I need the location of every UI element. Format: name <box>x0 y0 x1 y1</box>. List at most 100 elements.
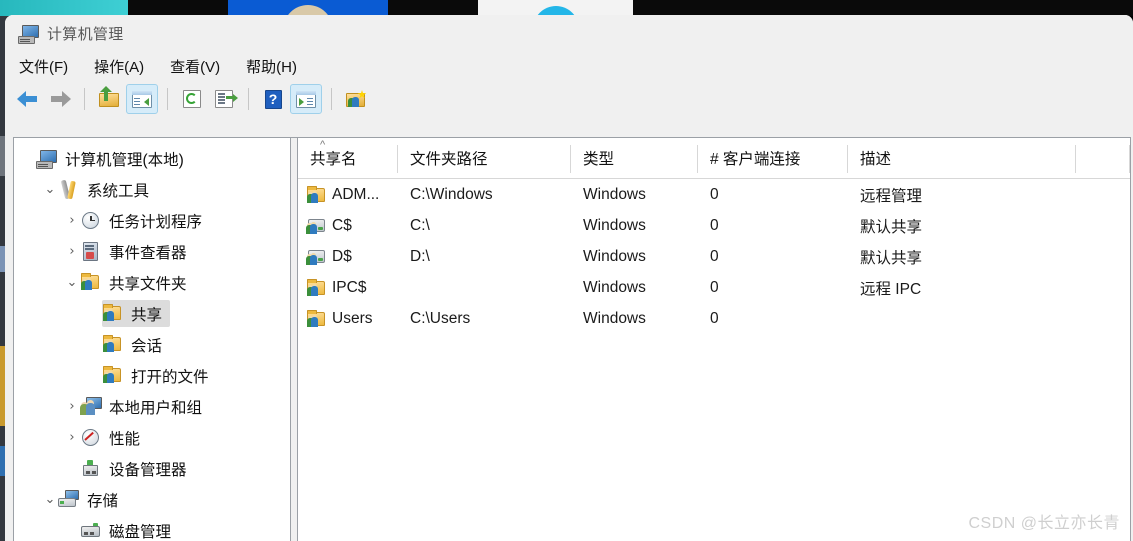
table-row[interactable]: IPC$ Windows 0 远程 IPC <box>298 272 1130 303</box>
tree-item-label: 共享文件夹 <box>109 275 187 293</box>
tree-expander[interactable]: ⌄ <box>64 275 80 290</box>
tree-expander[interactable]: › <box>64 430 80 445</box>
action-pane-icon <box>296 90 316 108</box>
menu-bar: 文件(F) 操作(A) 查看(V) 帮助(H) <box>5 51 1133 81</box>
column-client-connections[interactable]: # 客户端连接 <box>698 138 848 178</box>
tree-item-sessions[interactable]: 会话 <box>14 329 290 360</box>
cell-client-connections: 0 <box>710 185 719 203</box>
shared-drive-icon <box>306 217 326 235</box>
menu-file[interactable]: 文件(F) <box>19 56 68 77</box>
share-name-label: IPC$ <box>332 278 367 296</box>
cell-folder-path: C:\Users <box>410 309 471 327</box>
computer-management-icon <box>18 24 39 44</box>
help-icon: ? <box>264 89 282 109</box>
table-row[interactable]: C$ C:\ Windows 0 默认共享 <box>298 210 1130 241</box>
tree-item-open-files[interactable]: 打开的文件 <box>14 360 290 391</box>
background-window-white <box>478 0 633 52</box>
storage-icon <box>58 489 80 510</box>
console-tree: 计算机管理(本地) ⌄ 系统工具 › 任务计划程序 › 事件查看器 ⌄ 共享文件夹共享会话打开的… <box>14 138 290 541</box>
cell-description: 默认共享 <box>860 249 923 267</box>
tree-expander[interactable]: ⌄ <box>42 182 58 197</box>
refresh-button[interactable] <box>177 85 207 113</box>
column-description[interactable]: 描述 <box>848 138 1076 178</box>
device-manager-icon <box>80 459 102 479</box>
cell-client-connections: 0 <box>710 309 719 327</box>
tree-item-label: 任务计划程序 <box>109 213 203 231</box>
event-viewer-icon <box>80 241 102 262</box>
cell-type: Windows <box>583 216 646 234</box>
new-share-button[interactable] <box>341 85 371 113</box>
tree-item-event-viewer[interactable]: › 事件查看器 <box>14 236 290 267</box>
performance-icon <box>80 428 102 448</box>
toolbar-separator-2 <box>167 88 168 110</box>
tree-item-device-manager[interactable]: 设备管理器 <box>14 453 290 484</box>
export-list-button[interactable] <box>209 85 239 113</box>
tree-expander[interactable]: › <box>64 213 80 228</box>
tree-expander[interactable]: ⌄ <box>42 492 58 507</box>
menu-action[interactable]: 操作(A) <box>94 56 144 77</box>
column-share-name[interactable]: ^ 共享名 <box>298 138 398 178</box>
tree-item-system-tools[interactable]: ⌄ 系统工具 <box>14 174 290 205</box>
tree-item-label: 打开的文件 <box>131 368 209 386</box>
sort-indicator: ^ <box>320 139 326 151</box>
cell-share-name: D$ <box>298 248 398 266</box>
help-button[interactable]: ? <box>258 85 288 113</box>
tree-expander[interactable]: › <box>64 244 80 259</box>
system-tools-icon <box>58 179 80 200</box>
tree-item-computer[interactable]: 计算机管理(本地) <box>14 143 290 174</box>
tree-item-disk-management[interactable]: 磁盘管理 <box>14 515 290 541</box>
table-row[interactable]: Users C:\Users Windows 0 <box>298 303 1130 334</box>
back-arrow-icon <box>17 91 39 107</box>
table-row[interactable]: D$ D:\ Windows 0 默认共享 <box>298 241 1130 272</box>
tree-item-task-scheduler[interactable]: › 任务计划程序 <box>14 205 290 236</box>
tree-expander[interactable]: › <box>64 399 80 414</box>
tree-item-label: 磁盘管理 <box>109 523 172 541</box>
forward-button[interactable] <box>45 85 75 113</box>
cell-folder-path: D:\ <box>410 247 430 265</box>
show-hide-console-tree-button[interactable] <box>126 84 158 114</box>
console-tree-icon <box>132 90 152 108</box>
tree-item-storage[interactable]: ⌄ 存储 <box>14 484 290 515</box>
shared-drive-icon <box>306 248 326 266</box>
open-files-icon <box>102 365 124 386</box>
back-button[interactable] <box>13 85 43 113</box>
disk-management-icon <box>80 521 102 541</box>
tree-item-performance[interactable]: › 性能 <box>14 422 290 453</box>
share-name-label: D$ <box>332 247 352 265</box>
column-type[interactable]: 类型 <box>571 138 698 178</box>
shared-folders-icon <box>80 272 102 293</box>
tree-item-label: 共享 <box>131 306 163 324</box>
list-body: ADM... C:\Windows Windows 0 远程管理 C$ C:\ Windows… <box>298 179 1130 334</box>
toolbar-separator-1 <box>84 88 85 110</box>
export-list-icon <box>215 90 238 108</box>
local-users-icon <box>80 396 102 417</box>
tree-item-label: 存储 <box>87 492 119 510</box>
tree-item-shares[interactable]: 共享 <box>14 298 290 329</box>
table-row[interactable]: ADM... C:\Windows Windows 0 远程管理 <box>298 179 1130 210</box>
column-filler[interactable] <box>1076 138 1130 178</box>
menu-view[interactable]: 查看(V) <box>170 56 220 77</box>
show-hide-action-pane-button[interactable] <box>290 84 322 114</box>
toolbar: ? <box>5 81 1133 117</box>
column-resize-handle[interactable] <box>1129 145 1130 173</box>
tree-item-shared-folders[interactable]: ⌄ 共享文件夹 <box>14 267 290 298</box>
window-title: 计算机管理 <box>47 25 124 43</box>
forward-arrow-icon <box>49 91 71 107</box>
tree-item-label: 设备管理器 <box>109 461 187 479</box>
shares-icon <box>102 303 124 324</box>
tree-item-label: 计算机管理(本地) <box>65 151 184 169</box>
cell-description: 远程管理 <box>860 187 923 205</box>
menu-help[interactable]: 帮助(H) <box>246 56 297 77</box>
refresh-icon <box>183 90 201 108</box>
tree-item-local-users[interactable]: › 本地用户和组 <box>14 391 290 422</box>
cell-client-connections: 0 <box>710 278 719 296</box>
pane-splitter[interactable] <box>290 138 298 541</box>
shared-folder-icon <box>306 309 326 328</box>
shared-folder-icon <box>306 278 326 297</box>
list-header: ^ 共享名 文件夹路径 类型 # 客户端连接 描述 <box>298 138 1130 179</box>
up-one-level-button[interactable] <box>94 85 124 113</box>
title-bar[interactable]: 计算机管理 <box>5 15 1133 51</box>
column-folder-path[interactable]: 文件夹路径 <box>398 138 571 178</box>
computer-icon <box>36 149 58 169</box>
cell-description: 默认共享 <box>860 218 923 236</box>
